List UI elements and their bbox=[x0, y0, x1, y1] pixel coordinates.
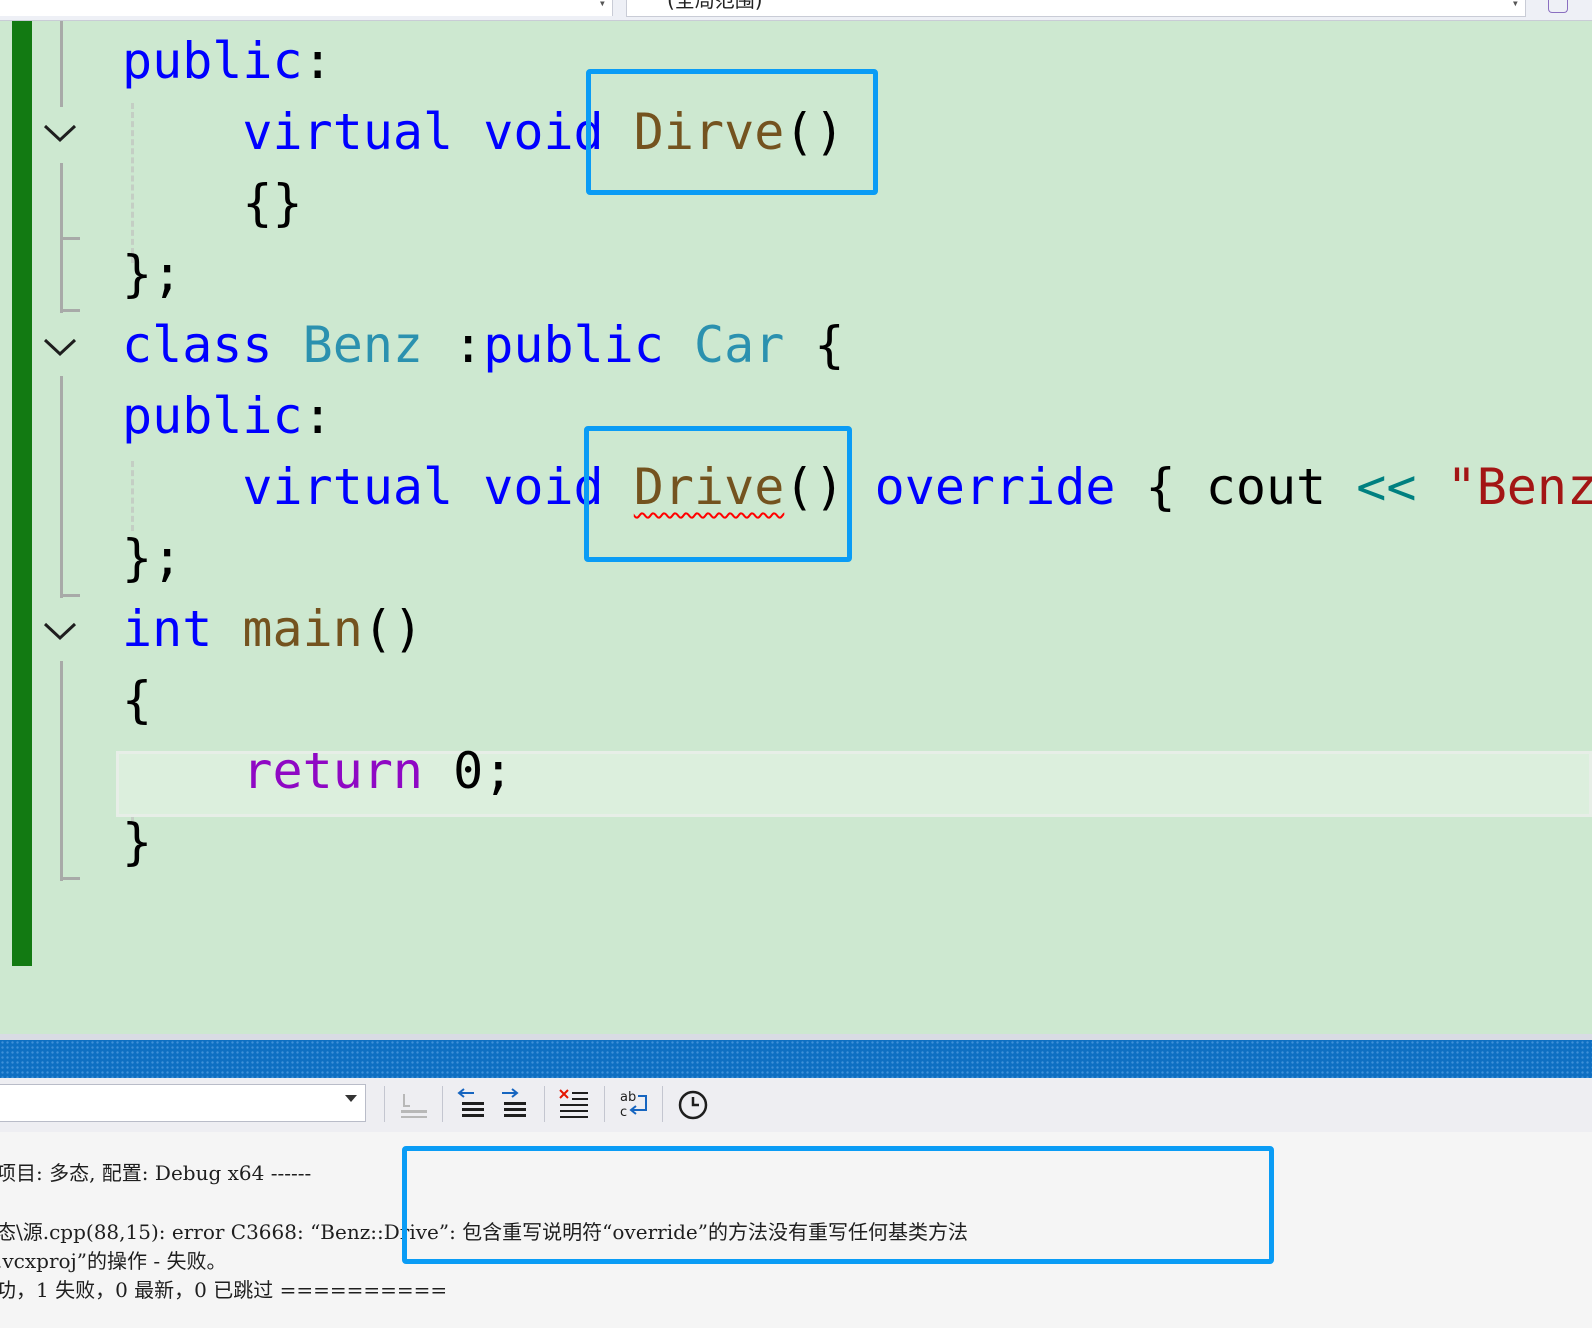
outline-line-end bbox=[60, 237, 80, 240]
output-toolbar: ab c bbox=[0, 1078, 1592, 1132]
toolbar-separator bbox=[604, 1086, 605, 1122]
chevron-down-icon[interactable] bbox=[42, 329, 78, 365]
code-line: return 0; bbox=[122, 741, 513, 801]
code-token: public bbox=[483, 316, 664, 374]
code-token: class bbox=[122, 316, 273, 374]
code-token: { bbox=[784, 316, 845, 374]
code-line: public: bbox=[122, 386, 333, 446]
dropdown-arrow-icon bbox=[345, 1095, 357, 1102]
chevron-down-icon: ▾ bbox=[598, 0, 606, 10]
code-token: { cout bbox=[1115, 458, 1357, 516]
code-line: virtual void Drive() override { cout << … bbox=[122, 457, 1592, 517]
code-token: virtual bbox=[242, 103, 454, 161]
code-token: return bbox=[242, 742, 424, 800]
code-token: }; bbox=[122, 529, 183, 587]
outline-line-end bbox=[60, 877, 80, 880]
code-token: override bbox=[874, 458, 1116, 516]
code-token: }; bbox=[122, 245, 183, 303]
code-line: }; bbox=[122, 244, 182, 304]
code-token: {} bbox=[122, 174, 303, 232]
code-token: public bbox=[122, 387, 303, 445]
code-line: }; bbox=[122, 528, 182, 588]
code-line: } bbox=[122, 812, 152, 872]
code-token: { bbox=[122, 671, 153, 729]
code-token: () bbox=[362, 600, 424, 658]
next-message-icon[interactable] bbox=[496, 1086, 532, 1122]
code-token: : bbox=[302, 387, 333, 445]
code-token: << bbox=[1356, 458, 1417, 516]
toolbar-separator bbox=[662, 1086, 663, 1122]
code-token: : bbox=[423, 316, 484, 374]
scope-label: (全局范围) bbox=[667, 0, 763, 12]
toolbar-separator bbox=[384, 1086, 385, 1122]
code-line: { bbox=[122, 670, 152, 730]
code-token: 0; bbox=[423, 742, 514, 800]
code-token: : bbox=[302, 32, 333, 90]
navigation-bar: ▾ (全局范围) ▾ bbox=[0, 0, 1592, 21]
code-line: {} bbox=[122, 173, 303, 233]
output-text-area[interactable]: 项目: 多态, 配置: Debug x64 ------ 态\源.cpp(88,… bbox=[0, 1132, 1592, 1328]
chevron-down-icon[interactable] bbox=[42, 613, 78, 649]
toolbar-separator bbox=[544, 1086, 545, 1122]
code-token: } bbox=[122, 813, 153, 871]
project-dropdown[interactable]: ▾ bbox=[0, 0, 613, 16]
code-token: public bbox=[122, 32, 303, 90]
code-token: main bbox=[242, 600, 363, 658]
scope-dropdown[interactable]: (全局范围) ▾ bbox=[626, 0, 1526, 17]
find-message-icon[interactable] bbox=[396, 1086, 432, 1122]
code-line: public: bbox=[122, 31, 333, 91]
output-line: .vcxproj”的操作 - 失败。 bbox=[0, 1249, 227, 1273]
change-tracking-bar bbox=[12, 21, 32, 966]
chevron-down-icon[interactable] bbox=[42, 115, 78, 151]
svg-text:ab: ab bbox=[620, 1090, 636, 1105]
code-token: int bbox=[122, 600, 213, 658]
highlight-box-drive bbox=[584, 426, 852, 562]
member-icon[interactable] bbox=[1548, 0, 1568, 13]
code-token: virtual bbox=[242, 458, 454, 516]
code-line: int main() bbox=[122, 599, 423, 659]
outline-line bbox=[60, 21, 63, 107]
previous-message-icon[interactable] bbox=[454, 1086, 490, 1122]
outline-line bbox=[60, 376, 63, 598]
outline-line-end bbox=[60, 309, 80, 312]
clock-icon[interactable] bbox=[674, 1086, 710, 1122]
highlight-box-error bbox=[402, 1146, 1274, 1264]
highlight-box-dirve bbox=[586, 69, 878, 195]
output-source-dropdown[interactable] bbox=[0, 1084, 366, 1122]
outline-line bbox=[60, 661, 63, 881]
output-title-bar[interactable] bbox=[0, 1040, 1592, 1078]
code-line: class Benz :public Car { bbox=[122, 315, 845, 375]
svg-text:c: c bbox=[620, 1105, 627, 1120]
code-editor[interactable]: public: virtual void Dirve() {} }; class… bbox=[0, 21, 1592, 1053]
code-token: Benz bbox=[302, 316, 424, 374]
output-line: 功，1 失败，0 最新，0 已跳过 ========== bbox=[0, 1278, 448, 1302]
clear-all-icon[interactable] bbox=[556, 1086, 592, 1122]
chevron-down-icon: ▾ bbox=[1511, 0, 1519, 10]
toggle-word-wrap-icon[interactable]: ab c bbox=[616, 1086, 652, 1122]
outline-line-end bbox=[60, 594, 80, 597]
toolbar-separator bbox=[442, 1086, 443, 1122]
code-token: Car bbox=[694, 316, 785, 374]
output-line: 项目: 多态, 配置: Debug x64 ------ bbox=[0, 1161, 312, 1185]
code-token: "Benz bbox=[1446, 458, 1592, 516]
